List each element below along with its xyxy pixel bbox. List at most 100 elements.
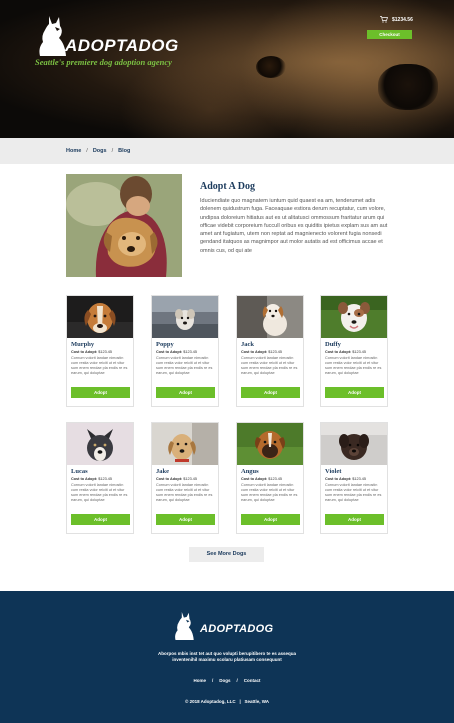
dog-description: Cornum volorit landae nimostin cum resti… xyxy=(325,483,382,502)
dog-card: Lucas Cost to Adopt: $123.45 Cornum volo… xyxy=(66,422,134,534)
footer-logo-wordmark: ADOPTADOG xyxy=(200,623,274,635)
breadcrumb-dogs[interactable]: Dogs xyxy=(93,148,107,154)
breadcrumb-bar: Home / Dogs / Blog xyxy=(0,138,454,164)
dog-description: Cornum volorit landae nimostin cum resti… xyxy=(156,483,213,502)
footer-location: Seattle, WA xyxy=(244,699,269,704)
adopt-button[interactable]: Adopt xyxy=(71,387,130,398)
dog-cost: Cost to Adopt: $123.45 xyxy=(71,477,112,481)
dog-name: Violet xyxy=(325,468,342,475)
dog-cost-value: $123.45 xyxy=(183,477,198,481)
footer-copyright: © 2018 Adoptadog, LLC | Seattle, WA xyxy=(0,699,454,704)
dog-cost-label: Cost to Adopt: xyxy=(241,477,268,481)
dog-card: Violet Cost to Adopt: $123.45 Cornum vol… xyxy=(320,422,388,534)
dog-cost: Cost to Adopt: $123.45 xyxy=(325,477,366,481)
adopt-button[interactable]: Adopt xyxy=(156,387,215,398)
logo-wordmark: ADOPTADOG xyxy=(65,36,179,55)
dog-cost-value: $123.45 xyxy=(268,477,283,481)
cart[interactable]: $1234.56 xyxy=(380,16,413,23)
dog-cost-label: Cost to Adopt: xyxy=(325,477,352,481)
footer-nav: Home / Dogs / Contact xyxy=(0,678,454,683)
dog-cost-label: Cost to Adopt: xyxy=(156,477,183,481)
breadcrumb-separator: / xyxy=(86,148,88,154)
dog-description: Cornum volorit landae nimostin cum resti… xyxy=(71,483,128,502)
adopt-button[interactable]: Adopt xyxy=(71,514,130,525)
dog-photo xyxy=(321,296,387,338)
dog-name: Lucas xyxy=(71,468,88,475)
dog-card: Poppy Cost to Adopt: $123.45 Cornum volo… xyxy=(151,295,219,407)
dog-description: Cornum volorit landae nimostin cum resti… xyxy=(71,356,128,375)
intro-title: Adopt A Dog xyxy=(200,181,256,192)
dog-card: Angus Cost to Adopt: $123.45 Cornum volo… xyxy=(236,422,304,534)
dog-cost-value: $123.45 xyxy=(352,477,367,481)
dog-photo xyxy=(237,423,303,465)
dog-description: Cornum volorit landae nimostin cum resti… xyxy=(241,356,298,375)
dog-cost-value: $123.45 xyxy=(352,350,367,354)
dog-name: Duffy xyxy=(325,341,341,348)
dog-name: Murphy xyxy=(71,341,95,348)
dog-description: Cornum volorit landae nimostin cum resti… xyxy=(241,483,298,502)
footer-nav-dogs[interactable]: Dogs xyxy=(219,678,230,683)
hero-banner: ADOPTADOG Seattle's premiere dog adoptio… xyxy=(0,0,454,138)
dog-cost: Cost to Adopt: $123.45 xyxy=(156,350,197,354)
dog-photo xyxy=(152,296,218,338)
footer-nav-separator: / xyxy=(211,678,214,683)
footer-logo[interactable]: ADOPTADOG xyxy=(172,610,292,646)
dog-description: Cornum volorit landae nimostin cum resti… xyxy=(156,356,213,375)
dog-name: Jake xyxy=(156,468,169,475)
footer-nav-separator: / xyxy=(236,678,238,683)
dog-card: Jake Cost to Adopt: $123.45 Cornum volor… xyxy=(151,422,219,534)
hero-photo-dog-nose xyxy=(378,64,438,110)
dog-cost: Cost to Adopt: $123.45 xyxy=(325,350,366,354)
dog-cost-value: $123.45 xyxy=(268,350,283,354)
dog-silhouette-icon xyxy=(175,612,194,640)
dog-photo xyxy=(237,296,303,338)
dog-cost: Cost to Adopt: $123.45 xyxy=(241,350,282,354)
footer-about: Aborpos mbis inst tet aut quo volupti be… xyxy=(157,651,297,662)
copyright-text: © 2018 Adoptadog, LLC xyxy=(185,699,236,704)
dog-photo xyxy=(152,423,218,465)
dog-cost-value: $123.45 xyxy=(183,350,198,354)
dog-cost: Cost to Adopt: $123.45 xyxy=(156,477,197,481)
adopt-button[interactable]: Adopt xyxy=(241,514,300,525)
dog-cost: Cost to Adopt: $123.45 xyxy=(71,350,112,354)
footer: ADOPTADOG Aborpos mbis inst tet aut quo … xyxy=(0,591,454,723)
dog-card: Duffy Cost to Adopt: $123.45 Cornum volo… xyxy=(320,295,388,407)
breadcrumb-separator: / xyxy=(111,148,114,154)
dog-cost-label: Cost to Adopt: xyxy=(325,350,352,354)
breadcrumb: Home / Dogs / Blog xyxy=(66,148,130,154)
dog-cost-value: $123.45 xyxy=(98,350,113,354)
cart-total: $1234.56 xyxy=(392,16,413,23)
see-more-dogs-button[interactable]: See More Dogs xyxy=(189,547,264,562)
breadcrumb-blog[interactable]: Blog xyxy=(118,148,130,154)
dog-cost-label: Cost to Adopt: xyxy=(71,350,98,354)
intro-photo xyxy=(66,174,182,277)
checkout-button[interactable]: Checkout xyxy=(367,30,412,39)
footer-nav-home[interactable]: Home xyxy=(193,678,206,683)
footer-copy-separator: | xyxy=(236,699,244,704)
logo[interactable]: ADOPTADOG xyxy=(35,14,195,62)
dog-photo xyxy=(67,296,133,338)
dog-description: Cornum volorit landae nimostin cum resti… xyxy=(325,356,382,375)
dog-cost-label: Cost to Adopt: xyxy=(156,350,183,354)
dog-name: Jack xyxy=(241,341,254,348)
dog-card: Murphy Cost to Adopt: $123.45 Cornum vol… xyxy=(66,295,134,407)
dog-cost-label: Cost to Adopt: xyxy=(71,477,98,481)
dog-cost-label: Cost to Adopt: xyxy=(241,350,268,354)
breadcrumb-home[interactable]: Home xyxy=(66,148,81,154)
footer-nav-contact[interactable]: Contact xyxy=(244,678,261,683)
dog-name: Angus xyxy=(241,468,259,475)
hero-photo-dog-eye xyxy=(256,56,286,78)
dog-photo xyxy=(67,423,133,465)
cart-icon[interactable] xyxy=(380,16,388,23)
dog-card: Jack Cost to Adopt: $123.45 Cornum volor… xyxy=(236,295,304,407)
adopt-button[interactable]: Adopt xyxy=(325,514,384,525)
adopt-button[interactable]: Adopt xyxy=(156,514,215,525)
adopt-button[interactable]: Adopt xyxy=(241,387,300,398)
dog-cost-value: $123.45 xyxy=(98,477,113,481)
dog-cost: Cost to Adopt: $123.45 xyxy=(241,477,282,481)
dog-photo xyxy=(321,423,387,465)
dog-name: Poppy xyxy=(156,341,174,348)
intro-body: Iduciendiate quo magnatem iuntum quid qu… xyxy=(200,198,388,254)
adopt-button[interactable]: Adopt xyxy=(325,387,384,398)
tagline: Seattle's premiere dog adoption agency xyxy=(35,57,172,67)
